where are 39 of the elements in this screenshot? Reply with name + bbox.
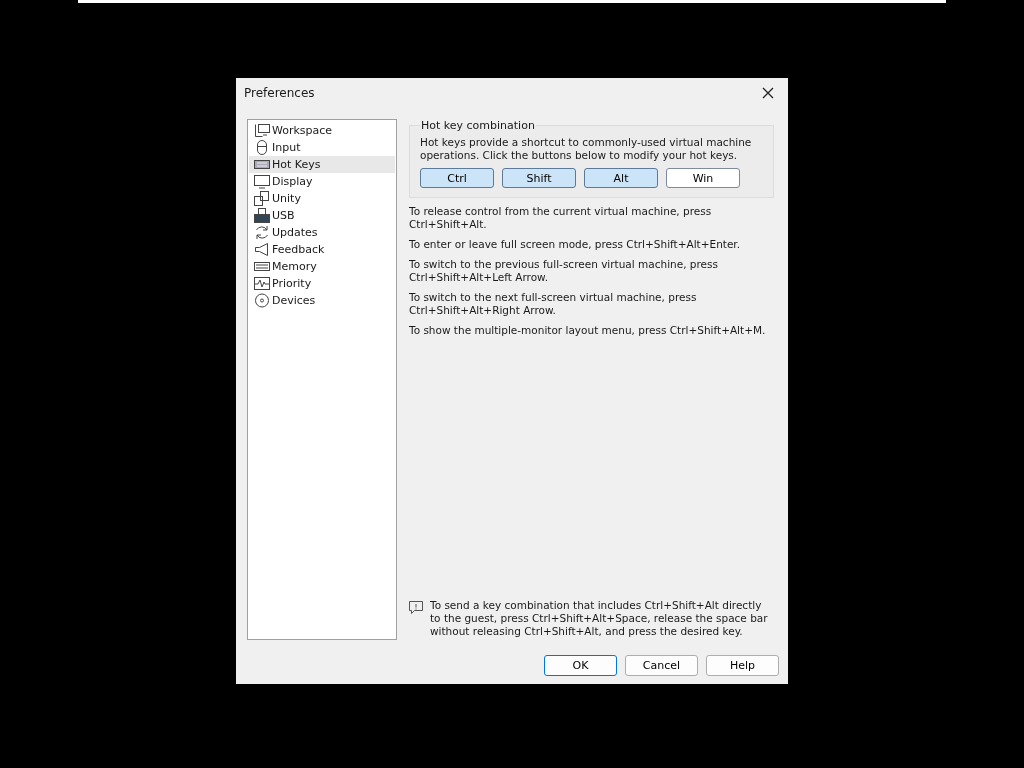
- instruction-text: To release control from the current virtual machine, press Ctrl+Shift+Alt.: [409, 205, 713, 231]
- close-icon: [762, 87, 774, 99]
- sidebar-item[interactable]: Devices: [249, 292, 395, 309]
- keyboard-icon: [254, 157, 270, 172]
- mouse-icon: [254, 140, 270, 155]
- sidebar-item[interactable]: Priority: [249, 275, 395, 292]
- sidebar-item[interactable]: USB: [249, 207, 395, 224]
- window-title: Preferences: [244, 86, 315, 100]
- modifier-key-button[interactable]: Alt: [584, 168, 658, 188]
- instruction-text: To enter or leave full screen mode, press Ctrl+Shift+Alt+Enter.: [409, 238, 742, 251]
- megaphone-icon: [254, 242, 270, 257]
- dialog-button[interactable]: Help: [706, 655, 779, 676]
- instruction-text: To switch to the previous full-screen virtual machine, press Ctrl+Shift+Alt+Left Arrow.: [409, 258, 719, 284]
- disc-icon: [254, 293, 270, 308]
- sidebar-item[interactable]: Memory: [249, 258, 395, 275]
- info-icon: [409, 601, 423, 614]
- instruction-text: To show the multiple-monitor layout menu, press Ctrl+Shift+Alt+M.: [409, 324, 767, 337]
- note-text: To send a key combination that includes Ctrl+Shift+Alt directly to the guest, press Ctrl+Shift+Alt+Space, release the space bar without releasing Ctrl+Shift+Alt, and press the desired key.: [430, 599, 769, 638]
- pulse-icon: [254, 276, 270, 291]
- sidebar-item[interactable]: Feedback: [249, 241, 395, 258]
- instruction-text: To switch to the next full-screen virtual machine, press Ctrl+Shift+Alt+Right Arrow.: [409, 291, 698, 317]
- monitor-icon: [254, 123, 270, 138]
- sidebar-item[interactable]: Unity: [249, 190, 395, 207]
- sidebar-item[interactable]: Updates: [249, 224, 395, 241]
- modifier-key-button[interactable]: Shift: [502, 168, 576, 188]
- group-description: Hot keys provide a shortcut to commonly-used virtual machine operations. Click the buttons below to modify your hot keys.: [420, 136, 753, 162]
- monitor-icon: [254, 174, 270, 189]
- group-title: Hot key combination: [420, 119, 536, 132]
- refresh-icon: [254, 225, 270, 240]
- windows-icon: [254, 191, 270, 206]
- dialog-button[interactable]: OK: [544, 655, 617, 676]
- sidebar-item[interactable]: Workspace: [249, 122, 395, 139]
- modifier-key-button[interactable]: Ctrl: [420, 168, 494, 188]
- sidebar-item[interactable]: Hot Keys: [249, 156, 395, 173]
- sidebar-item[interactable]: Input: [249, 139, 395, 156]
- modifier-key-button[interactable]: Win: [666, 168, 740, 188]
- sidebar-item[interactable]: Display: [249, 173, 395, 190]
- usb-icon: [254, 208, 270, 223]
- dialog-button[interactable]: Cancel: [625, 655, 698, 676]
